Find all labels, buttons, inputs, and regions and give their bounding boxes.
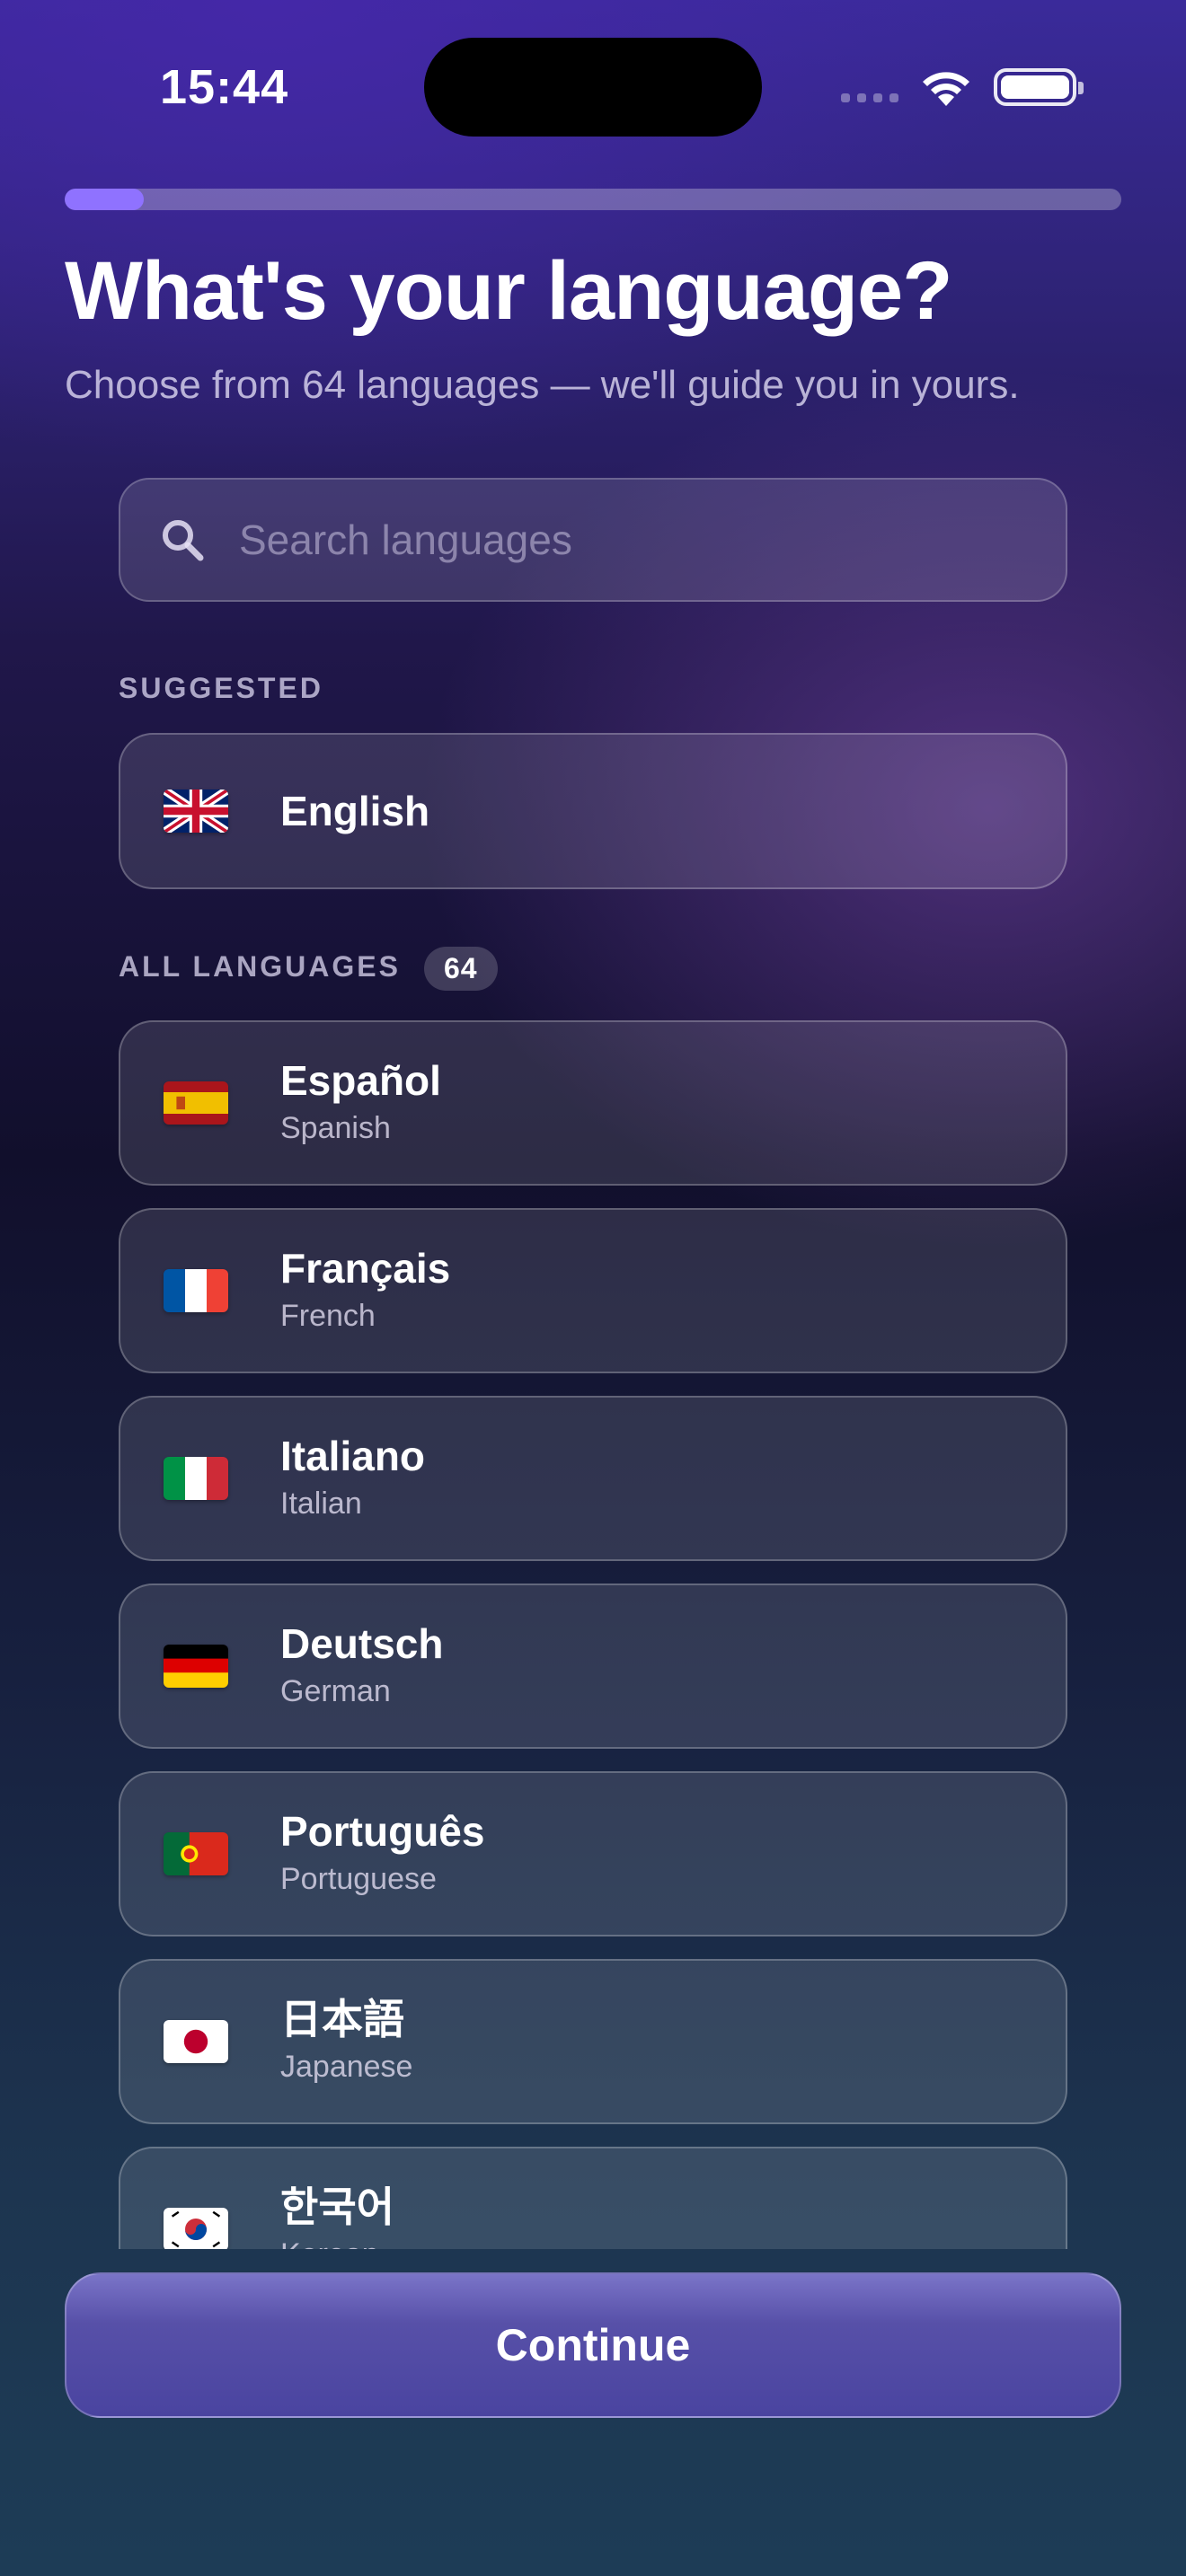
language-english-name: German	[280, 1674, 391, 1708]
language-english-name: Korean	[280, 2232, 394, 2249]
language-native-name: 日本語	[280, 1996, 404, 2042]
language-option-spanish[interactable]: Español Spanish	[119, 1020, 1067, 1186]
status-bar: 15:44	[0, 0, 1186, 180]
language-native-name: Deutsch	[280, 1620, 444, 1667]
germany-flag-icon	[164, 1645, 228, 1688]
france-flag-icon	[164, 1269, 228, 1312]
language-option-italian[interactable]: Italiano Italian	[119, 1396, 1067, 1561]
language-name: English	[280, 788, 430, 834]
language-english-name: French	[280, 1299, 376, 1333]
language-count-badge: 64	[423, 947, 498, 991]
language-english-name: Portuguese	[280, 1862, 437, 1896]
cellular-signal-icon	[841, 93, 898, 102]
search-input[interactable]	[239, 516, 976, 564]
language-list[interactable]: Español Spanish Français French Italiano…	[0, 1015, 1186, 2249]
portugal-flag-icon	[164, 1832, 228, 1875]
language-option-japanese[interactable]: 日本語 Japanese	[119, 1959, 1067, 2124]
language-option-korean[interactable]: 한국어 Korean	[119, 2147, 1067, 2249]
all-languages-label: ALL LANGUAGES	[119, 949, 401, 983]
continue-button[interactable]: Continue	[65, 2272, 1121, 2418]
language-option-german[interactable]: Deutsch German	[119, 1584, 1067, 1749]
language-english-name: Spanish	[280, 1111, 391, 1145]
language-native-name: Français	[280, 1245, 451, 1292]
language-english-name: Italian	[280, 1486, 362, 1521]
search-field[interactable]	[119, 478, 1067, 602]
language-native-name: Español	[280, 1057, 441, 1104]
spain-flag-icon	[164, 1081, 228, 1125]
japan-flag-icon	[164, 2020, 228, 2063]
page-title: What's your language?	[65, 245, 952, 337]
suggested-section-label: SUGGESTED	[119, 672, 323, 704]
page-subtitle: Choose from 64 languages — we'll guide y…	[65, 363, 1020, 407]
dynamic-island	[424, 38, 762, 137]
south-korea-flag-icon	[164, 2208, 228, 2249]
status-time: 15:44	[160, 60, 289, 114]
language-option-english[interactable]: English	[119, 733, 1067, 889]
progress-fill	[65, 189, 145, 210]
italy-flag-icon	[164, 1457, 228, 1500]
battery-icon	[994, 68, 1084, 106]
all-languages-section-label: ALL LANGUAGES 64	[119, 947, 498, 991]
language-native-name: 한국어	[280, 2183, 394, 2230]
onboarding-progress-bar	[65, 189, 1121, 210]
uk-flag-icon	[164, 790, 228, 833]
wifi-icon	[923, 72, 969, 106]
language-option-portuguese[interactable]: Português Portuguese	[119, 1771, 1067, 1936]
language-english-name: Japanese	[280, 2050, 413, 2084]
language-native-name: Português	[280, 1808, 485, 1855]
language-option-french[interactable]: Français French	[119, 1208, 1067, 1373]
language-native-name: Italiano	[280, 1433, 426, 1479]
search-icon	[163, 520, 204, 561]
